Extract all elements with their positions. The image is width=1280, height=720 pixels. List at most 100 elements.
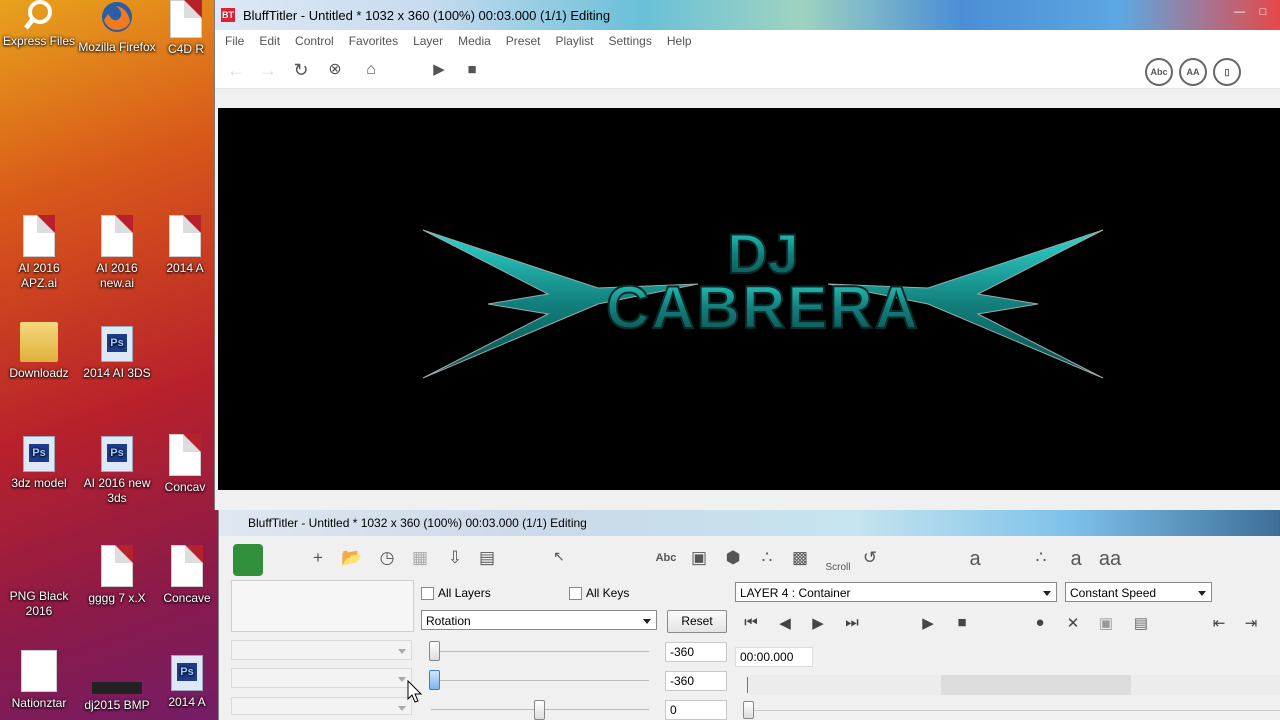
prev-key-icon[interactable]: ◀ xyxy=(774,614,796,632)
bevel-icon[interactable]: ⬢ xyxy=(721,548,745,568)
desktop-icon-label: AI 2016 APZ.ai xyxy=(18,261,60,290)
key-thumb[interactable] xyxy=(743,701,754,719)
back-icon[interactable]: ← xyxy=(225,59,247,81)
desktop-icon-nationztar[interactable]: Nationztar xyxy=(0,650,78,711)
import-icon[interactable]: ⇩ xyxy=(443,548,467,568)
layers-icon[interactable]: ▦ xyxy=(408,548,432,568)
font-icon[interactable]: ▣ xyxy=(687,548,711,568)
particles-x-icon[interactable]: ∴ xyxy=(1029,548,1053,568)
preview-stage[interactable]: DJ CABRERA xyxy=(218,108,1280,490)
forward-icon[interactable]: → xyxy=(257,59,279,81)
jump-end-icon[interactable]: ⇥ xyxy=(1240,614,1262,632)
next-key-icon[interactable]: ▶ xyxy=(807,614,829,632)
param-select-3[interactable] xyxy=(231,697,412,715)
slider-thumb-1[interactable] xyxy=(429,641,440,661)
delete-key-icon[interactable]: ✕ xyxy=(1062,614,1084,632)
desktop-icon-express-files[interactable]: Express Files xyxy=(0,0,78,49)
checkbox-box[interactable] xyxy=(421,586,434,600)
desktop-icon-concave[interactable]: Concave xyxy=(156,545,218,606)
stop-circle-icon[interactable]: ⊗ xyxy=(324,59,346,81)
record-icon[interactable]: ● xyxy=(1029,614,1051,631)
text-case-icon[interactable]: AA xyxy=(1179,58,1207,86)
main-titlebar[interactable]: BT BluffTitler - Untitled * 1032 x 360 (… xyxy=(215,0,1280,30)
editor-titlebar[interactable]: BluffTitler - Untitled * 1032 x 360 (100… xyxy=(219,510,1280,536)
menu-media[interactable]: Media xyxy=(458,34,491,48)
select-arrow-icon[interactable]: ↖ xyxy=(547,548,571,565)
timeline-range[interactable] xyxy=(941,675,1131,695)
text-abc-icon[interactable]: Abc xyxy=(654,552,678,564)
desktop-icon-2014a[interactable]: 2014 A xyxy=(156,215,214,276)
desktop-icon-firefox[interactable]: Mozilla Firefox xyxy=(78,0,156,55)
add-icon[interactable]: + xyxy=(306,548,330,568)
minimize-icon[interactable]: — xyxy=(1230,6,1250,20)
desktop-icon-2014-ai-3ds[interactable]: Ps 2014 AI 3DS xyxy=(78,326,156,381)
maximize-icon[interactable]: □ xyxy=(1253,6,1273,20)
menu-favorites[interactable]: Favorites xyxy=(349,34,398,48)
desktop-icon-downloadz[interactable]: Downloadz xyxy=(0,322,78,381)
chevron-down-icon xyxy=(398,649,406,654)
param-select-2[interactable] xyxy=(231,668,412,688)
value-field-3[interactable]: 0 xyxy=(665,700,727,720)
desktop-icon-gggg[interactable]: gggg 7 x.X xyxy=(78,545,156,606)
reset-button[interactable]: Reset xyxy=(667,610,727,633)
text-dots-icon[interactable]: a xyxy=(963,548,987,571)
play-icon[interactable]: ▶ xyxy=(428,59,450,81)
clock-icon[interactable]: ◷ xyxy=(375,548,399,568)
document-icon[interactable]: ▯ xyxy=(1213,58,1241,86)
slider-thumb-2[interactable] xyxy=(429,670,440,690)
all-keys-checkbox[interactable]: All Keys xyxy=(569,586,629,600)
copy-key-icon[interactable]: ▣ xyxy=(1095,614,1117,632)
property-select[interactable]: Rotation xyxy=(421,610,657,630)
skip-to-start-icon[interactable]: ⏮ xyxy=(740,614,762,631)
menu-file[interactable]: File xyxy=(225,34,244,48)
slider-track-2[interactable] xyxy=(431,680,649,681)
slider-thumb-3[interactable] xyxy=(534,700,545,720)
text-double-icon[interactable]: aa xyxy=(1095,548,1125,571)
menu-control[interactable]: Control xyxy=(295,34,334,48)
desktop-icon-concav[interactable]: Concav xyxy=(156,434,214,495)
all-layers-checkbox[interactable]: All Layers xyxy=(421,586,491,600)
menu-edit[interactable]: Edit xyxy=(259,34,280,48)
menu-playlist[interactable]: Playlist xyxy=(555,34,593,48)
speed-select[interactable]: Constant Speed xyxy=(1065,582,1212,602)
menu-preset[interactable]: Preset xyxy=(506,34,541,48)
cube-icon[interactable]: ▩ xyxy=(788,548,812,568)
desktop-icon-c4d[interactable]: C4D R xyxy=(156,0,216,57)
menu-help[interactable]: Help xyxy=(667,34,692,48)
text-abc-icon[interactable]: Abc xyxy=(1145,58,1173,86)
film-icon[interactable]: ▤ xyxy=(475,548,499,568)
scroll-label[interactable]: Scroll xyxy=(821,562,855,573)
jump-start-icon[interactable]: ⇤ xyxy=(1208,614,1230,632)
desktop-icon-ai-new[interactable]: AI 2016 new.ai xyxy=(78,215,156,291)
value-field-1[interactable]: -360 xyxy=(665,642,727,662)
stop-icon[interactable]: ■ xyxy=(461,59,483,81)
rotate-icon[interactable]: ↺ xyxy=(858,548,882,568)
desktop-icon-label: Downloadz xyxy=(9,366,69,380)
desktop-icon-ai-apz[interactable]: AI 2016 APZ.ai xyxy=(0,215,78,291)
slider-track-1[interactable] xyxy=(431,651,649,652)
timeline-playhead[interactable] xyxy=(747,677,748,693)
menu-layer[interactable]: Layer xyxy=(413,34,443,48)
desktop-icon-3dz-model[interactable]: Ps 3dz model xyxy=(0,436,78,491)
particles-icon[interactable]: ∴ xyxy=(755,548,779,568)
home-icon[interactable]: ⌂ xyxy=(360,59,382,81)
desktop-icon-2014a-ps[interactable]: Ps 2014 A xyxy=(156,655,218,710)
play-icon[interactable]: ▶ xyxy=(917,614,939,632)
open-folder-icon[interactable]: 📂 xyxy=(340,548,364,568)
desktop-icon-ai-new-3ds[interactable]: Ps AI 2016 new 3ds xyxy=(78,436,156,506)
main-window: BT BluffTitler - Untitled * 1032 x 360 (… xyxy=(214,0,1280,510)
timeline-track[interactable] xyxy=(747,675,1280,695)
checkbox-box[interactable] xyxy=(569,586,582,600)
param-select-1[interactable] xyxy=(231,640,412,660)
skip-to-end-icon[interactable]: ⏭ xyxy=(841,614,863,631)
paste-key-icon[interactable]: ▤ xyxy=(1130,614,1152,632)
time-field[interactable]: 00:00.000 xyxy=(735,647,813,667)
stop-icon[interactable]: ■ xyxy=(951,614,973,631)
text-strike-icon[interactable]: a xyxy=(1064,548,1088,571)
menu-settings[interactable]: Settings xyxy=(609,34,652,48)
desktop-icon-png-black[interactable]: PNG Black 2016 xyxy=(0,545,78,619)
value-field-2[interactable]: -360 xyxy=(665,671,727,691)
refresh-icon[interactable]: ↻ xyxy=(290,59,312,81)
desktop-icon-dj2015-bmp[interactable]: dj2015 BMP xyxy=(78,682,156,713)
layer-select[interactable]: LAYER 4 : Container xyxy=(735,582,1057,602)
